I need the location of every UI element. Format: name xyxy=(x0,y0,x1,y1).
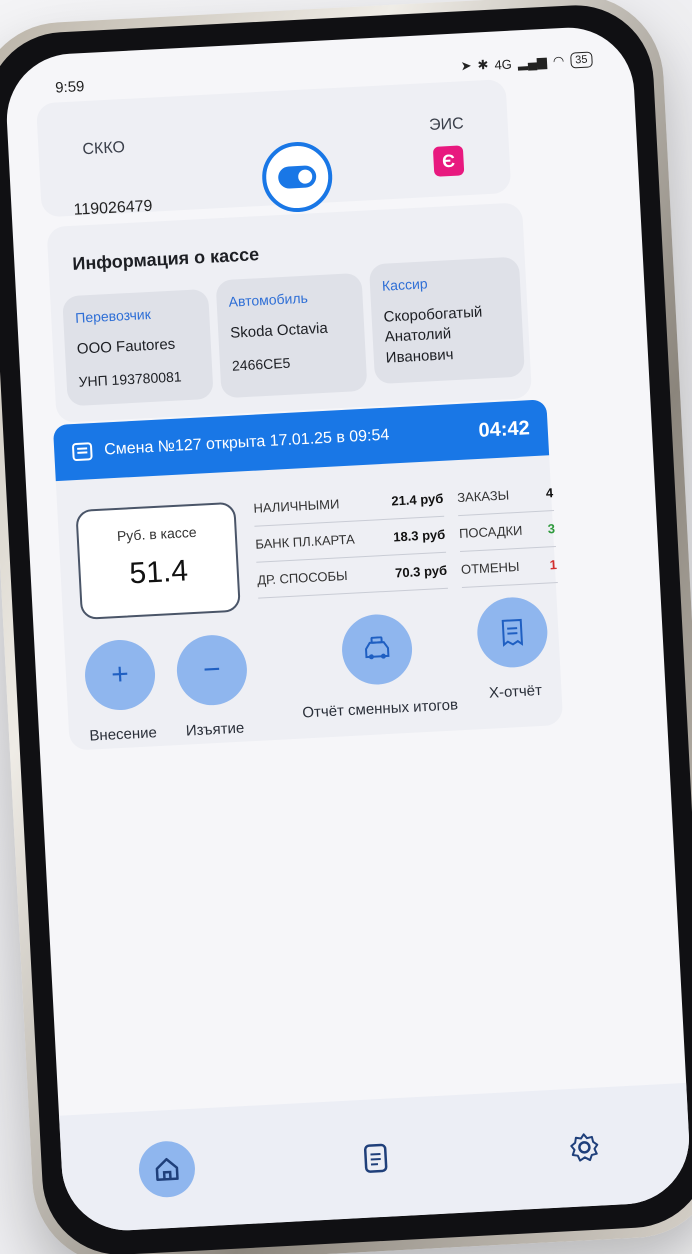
document-icon[interactable] xyxy=(346,1129,405,1188)
deposit-label: Внесение xyxy=(89,724,158,745)
signal-icon: ▂▄▆ xyxy=(517,53,548,71)
payment-amount: 18.3 руб xyxy=(392,526,446,545)
status-icons: ➤ ✱ 4G ▂▄▆ ◠ 35 xyxy=(460,51,593,74)
vehicle-card: Автомобиль Skoda Octavia 2466CE5 xyxy=(215,272,368,399)
battery-icon: 35 xyxy=(569,51,593,69)
withdraw-action[interactable]: − Изъятие xyxy=(160,633,265,741)
carrier-card: Перевозчик ООО Fautores УНП 193780081 xyxy=(62,288,214,407)
cashier-name: Скоробогатый Анатолий Иванович xyxy=(383,303,483,367)
phone-bezel: 9:59 ➤ ✱ 4G ▂▄▆ ◠ 35 СККО 119026479 ЭИС xyxy=(0,1,692,1254)
eis-logo-icon[interactable]: Є xyxy=(432,145,465,177)
payments-table: НАЛИЧНЫМИ 21.4 руб БАНК ПЛ.КАРТА 18.3 ру… xyxy=(252,480,448,599)
payment-label: НАЛИЧНЫМИ xyxy=(253,496,340,516)
counts-table: ЗАКАЗЫ 4 ПОСАДКИ 3 ОТМЕНЫ 1 xyxy=(456,475,558,588)
payment-amount: 70.3 руб xyxy=(394,562,448,581)
shift-title: Смена №127 открыта 17.01.25 в 09:54 xyxy=(103,426,390,459)
toggle-icon xyxy=(277,165,317,190)
withdraw-label: Изъятие xyxy=(185,719,245,740)
count-label: ЗАКАЗЫ xyxy=(456,487,510,506)
skko-toggle-button[interactable] xyxy=(260,140,335,214)
wifi-icon: ◠ xyxy=(552,52,565,69)
carrier-label: Перевозчик xyxy=(74,305,152,326)
bluetooth-icon: ✱ xyxy=(477,56,489,73)
eis-label: ЭИС xyxy=(428,115,465,135)
skko-label: СККО xyxy=(82,139,126,159)
plus-icon[interactable]: + xyxy=(83,638,157,712)
vehicle-plate: 2466CE5 xyxy=(231,354,291,374)
shift-card: Смена №127 открыта 17.01.25 в 09:54 04:4… xyxy=(52,399,564,751)
count-value: 4 xyxy=(545,485,554,501)
count-row: ОТМЕНЫ 1 xyxy=(460,547,558,588)
count-row: ПОСАДКИ 3 xyxy=(458,511,556,553)
device-status-card: СККО 119026479 ЭИС Є xyxy=(36,79,512,219)
carrier-unp: УНП 193780081 xyxy=(78,368,182,390)
cash-label: Руб. в кассе xyxy=(116,523,197,544)
count-value: 1 xyxy=(549,556,558,573)
shift-report-action[interactable]: Отчёт сменных итогов xyxy=(275,609,480,722)
count-row: ЗАКАЗЫ 4 xyxy=(456,475,555,517)
cashier-label: Кассир xyxy=(381,275,428,294)
calculator-icon xyxy=(71,442,93,462)
shift-report-label: Отчёт сменных итогов xyxy=(301,696,459,722)
x-report-action[interactable]: Х-отчёт xyxy=(463,595,564,703)
count-label: ПОСАДКИ xyxy=(458,522,523,542)
status-time: 9:59 xyxy=(54,77,85,97)
app-screen: 9:59 ➤ ✱ 4G ▂▄▆ ◠ 35 СККО 119026479 ЭИС xyxy=(3,24,692,1234)
gear-icon[interactable] xyxy=(555,1118,614,1177)
vehicle-model: Skoda Octavia xyxy=(229,319,329,342)
payment-label: ДР. СПОСОБЫ xyxy=(256,567,348,588)
minus-icon[interactable]: − xyxy=(175,633,249,707)
cash-in-register-box: Руб. в кассе 51.4 xyxy=(75,501,241,620)
bottom-navigation xyxy=(59,1082,692,1234)
phone-frame: 9:59 ➤ ✱ 4G ▂▄▆ ◠ 35 СККО 119026479 ЭИС xyxy=(0,0,692,1254)
payment-amount: 21.4 руб xyxy=(390,490,444,509)
receipt-icon[interactable] xyxy=(475,595,550,670)
taxi-icon[interactable] xyxy=(340,612,414,687)
cash-value: 51.4 xyxy=(128,554,189,591)
count-value: 3 xyxy=(547,521,556,537)
deposit-action[interactable]: + Внесение xyxy=(68,637,173,745)
count-label: ОТМЕНЫ xyxy=(460,558,520,577)
payment-label: БАНК ПЛ.КАРТА xyxy=(254,531,356,552)
register-info-title: Информация о кассе xyxy=(71,244,260,274)
register-info-card: Информация о кассе Перевозчик ООО Fautor… xyxy=(46,202,533,423)
skko-number: 119026479 xyxy=(73,197,153,219)
carrier-name: ООО Fautores xyxy=(76,335,176,358)
home-icon[interactable] xyxy=(137,1139,197,1199)
cashier-card: Кассир Скоробогатый Анатолий Иванович xyxy=(368,256,525,385)
network-label: 4G xyxy=(494,56,513,73)
shift-timer: 04:42 xyxy=(478,416,531,442)
vehicle-label: Автомобиль xyxy=(228,289,309,310)
x-report-label: Х-отчёт xyxy=(488,681,543,702)
location-icon: ➤ xyxy=(460,57,472,74)
